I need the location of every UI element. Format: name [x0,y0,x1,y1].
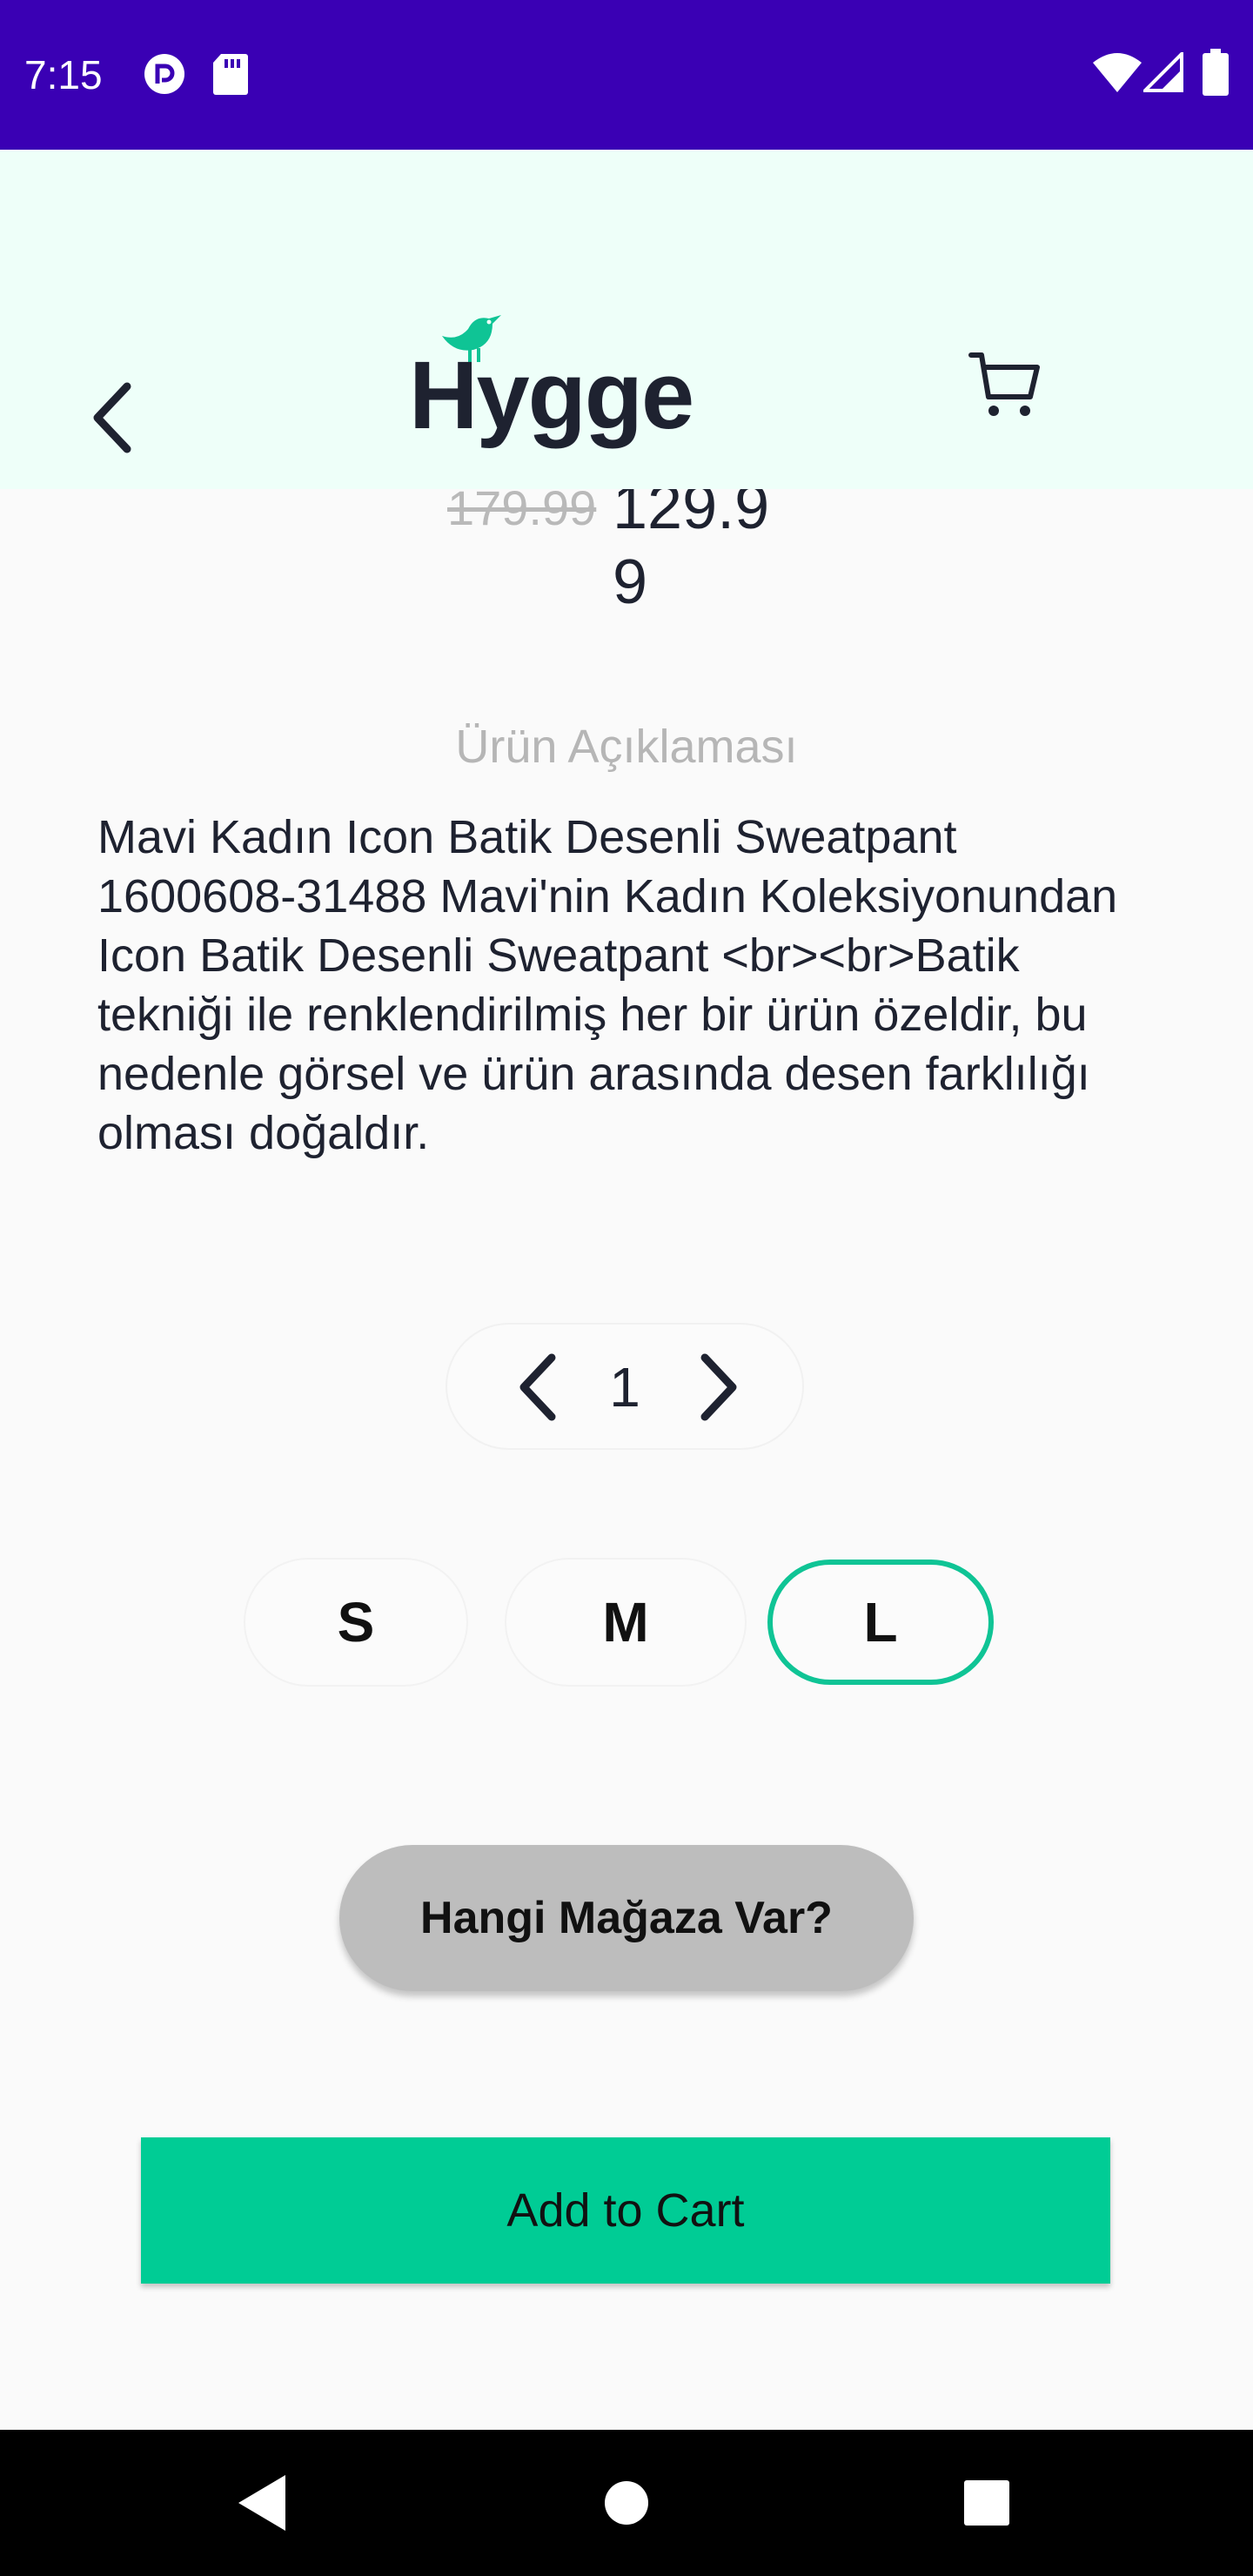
current-price: 129.99 [613,473,770,617]
battery-icon [1203,49,1229,96]
increase-quantity-button[interactable] [682,1352,752,1422]
size-option-l[interactable]: L [767,1560,994,1685]
nav-back-icon[interactable] [228,2470,294,2536]
pocket-casts-icon [144,54,184,94]
description-title: Ürün Açıklaması [455,721,798,773]
decrease-quantity-button[interactable] [505,1352,574,1422]
size-option-m[interactable]: M [506,1560,745,1685]
status-bar: 7:15 [0,0,1253,150]
quantity-value: 1 [609,1356,640,1419]
logo-text: Hygge [409,342,694,449]
nav-home-icon[interactable] [593,2470,660,2536]
size-option-s[interactable]: S [245,1560,466,1685]
add-to-cart-button[interactable]: Add to Cart [141,2137,1110,2284]
sd-card-icon [213,54,248,95]
nav-recents-icon[interactable] [954,2470,1020,2536]
signal-icon [1143,52,1183,92]
cart-icon[interactable] [968,346,1046,425]
system-nav-bar [0,2430,1253,2576]
quantity-stepper: 1 [447,1325,802,1448]
app-header: Hygge [0,150,1253,489]
back-button[interactable] [78,374,148,461]
product-description: Mavi Kadın Icon Batik Desenli Sweatpant … [97,811,1118,1159]
store-availability-button[interactable]: Hangi Mağaza Var? [339,1845,914,1991]
wifi-icon [1093,53,1142,92]
hygge-logo: Hygge [409,306,740,454]
status-time: 7:15 [24,52,103,97]
